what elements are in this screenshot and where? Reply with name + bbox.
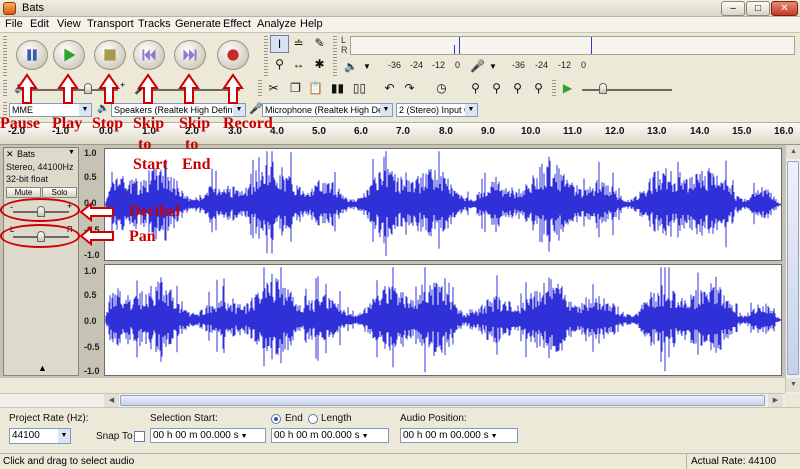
record-annotation-label: Record <box>223 115 273 132</box>
skip-to-start-annotation-label: Start <box>133 156 168 173</box>
skip-to-end-annotation-label: Skip <box>179 115 211 132</box>
skip-to-end-annotation-arrow <box>178 73 200 104</box>
skip-to-start-annotation-label: to <box>138 136 152 153</box>
pan-annotation-label: Pan <box>129 228 156 245</box>
skip-to-end-annotation-label: to <box>185 136 199 153</box>
pause-annotation-arrow <box>16 73 38 104</box>
gain-slider-highlight <box>0 198 80 222</box>
pause-annotation-label: Pause <box>0 115 40 132</box>
pan-annotation-arrow <box>79 225 114 247</box>
annotation-arrows <box>16 73 244 247</box>
stop-annotation-label: Stop <box>92 115 124 132</box>
stop-annotation-arrow <box>98 73 120 104</box>
pan-slider-highlight <box>0 224 80 248</box>
decibel-annotation-label: Decibel <box>129 203 180 220</box>
play-annotation-label: Play <box>52 115 83 132</box>
record-annotation-arrow <box>222 73 244 104</box>
skip-to-end-annotation-label: End <box>182 156 211 173</box>
decibel-annotation-arrow <box>79 201 114 223</box>
play-annotation-arrow <box>57 73 79 104</box>
skip-to-start-annotation-label: Skip <box>133 115 165 132</box>
skip-to-start-annotation-arrow <box>137 73 159 104</box>
